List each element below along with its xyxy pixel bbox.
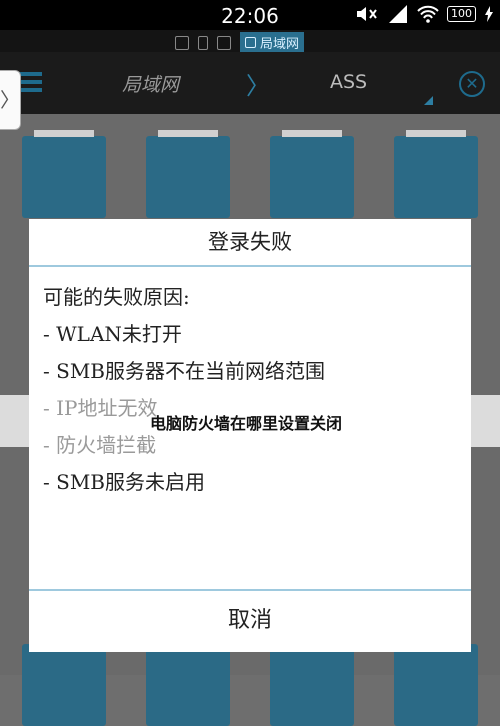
charging-icon: [485, 6, 493, 22]
cancel-button[interactable]: 取消: [29, 591, 471, 651]
dialog-title: 登录失败: [208, 230, 292, 254]
login-failed-dialog: 登录失败 可能的失败原因: - WLAN未打开 - SMB服务器不在当前网络范围…: [29, 219, 471, 652]
watermark-caption: 电脑防火墙在哪里设置关闭: [150, 414, 343, 433]
phone-icon[interactable]: [198, 35, 208, 50]
folder-icon[interactable]: [394, 638, 478, 726]
folder-icon[interactable]: [22, 638, 106, 726]
breadcrumb-root[interactable]: 局域网: [122, 70, 179, 97]
close-icon[interactable]: ✕: [459, 71, 485, 97]
lan-tab-label: 局域网: [260, 37, 300, 52]
reason-item: - WLAN未打开: [43, 322, 182, 346]
status-icons: 100: [355, 5, 494, 23]
reason-item: - SMB服务未启用: [43, 470, 205, 494]
devices-icon[interactable]: [217, 35, 231, 50]
folder-icon[interactable]: [22, 130, 106, 218]
toolbar: 局域网 〉 ASS ✕: [0, 52, 500, 114]
status-bar: 22:06 100: [0, 0, 500, 30]
home-icon[interactable]: [175, 35, 189, 50]
folder-icon[interactable]: [146, 130, 230, 218]
battery-level: 100: [447, 6, 476, 22]
folder-icon[interactable]: [270, 130, 354, 218]
dialog-body: 可能的失败原因: - WLAN未打开 - SMB服务器不在当前网络范围 - IP…: [43, 279, 463, 501]
folder-icon[interactable]: [146, 638, 230, 726]
wifi-icon: [417, 5, 439, 23]
reason-heading: 可能的失败原因:: [43, 285, 190, 309]
lan-tab[interactable]: 局域网: [240, 32, 305, 53]
side-drawer-handle[interactable]: 〉: [0, 70, 21, 130]
reason-item: - SMB服务器不在当前网络范围: [43, 359, 325, 383]
breadcrumb-separator-icon: 〉: [246, 72, 270, 100]
menu-icon[interactable]: [18, 72, 42, 92]
mute-icon: [357, 7, 377, 21]
signal-icon: [389, 5, 407, 23]
dialog-divider: [29, 265, 471, 267]
folder-icon[interactable]: [394, 130, 478, 218]
dropdown-corner-icon[interactable]: [424, 96, 433, 105]
mode-bar: 局域网: [0, 30, 500, 53]
monitor-icon: [245, 37, 256, 48]
folder-icon[interactable]: [270, 638, 354, 726]
breadcrumb-current[interactable]: ASS: [330, 71, 367, 93]
